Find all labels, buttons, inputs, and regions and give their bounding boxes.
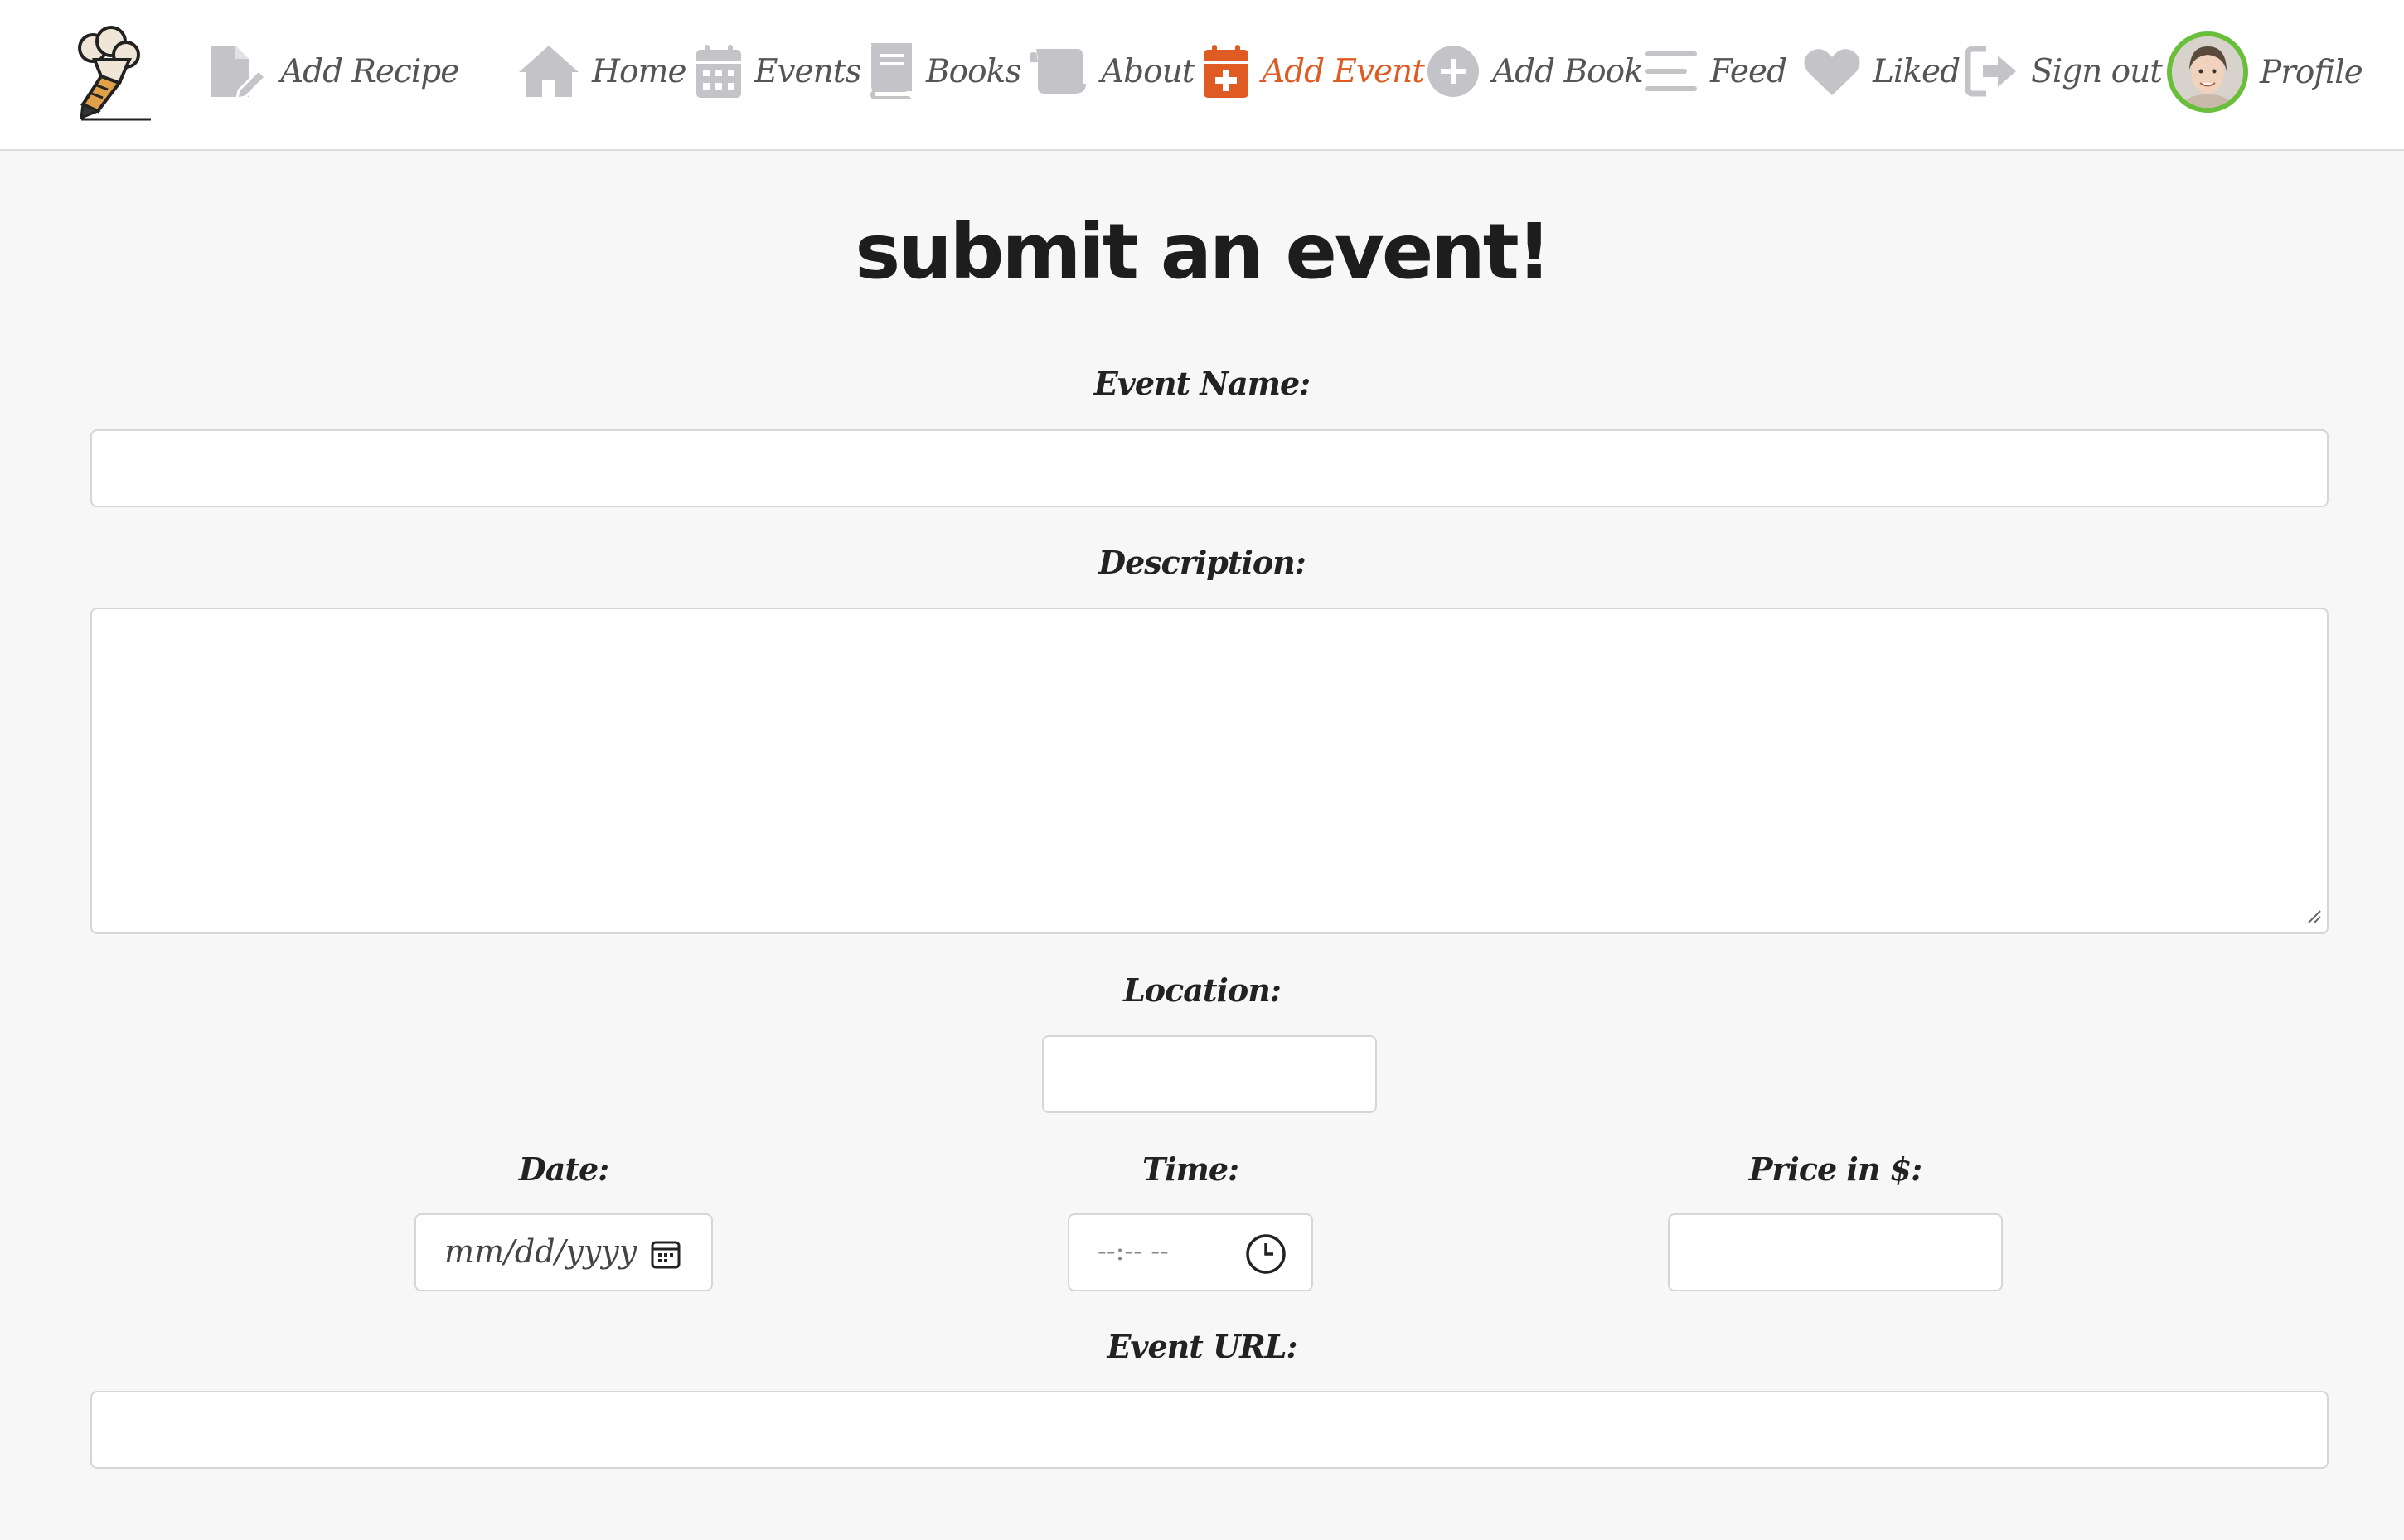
file-edit-icon [207,42,269,100]
nav-liked[interactable]: Liked [1803,41,1961,101]
calendar-plus-icon [1202,43,1250,99]
top-navbar: Add Recipe Home Events Books About Add E… [0,0,2404,151]
location-label: Location: [1123,971,1282,1009]
event-name-label: Event Name: [1093,365,1311,402]
nav-sign-out-label: Sign out [2031,52,2163,90]
date-label: Date: [518,1150,609,1188]
nav-add-recipe[interactable]: Add Recipe [207,41,459,101]
description-textarea[interactable] [90,608,2329,934]
scroll-icon [1028,46,1089,97]
chef-pencil-logo[interactable] [58,25,154,121]
nav-profile[interactable]: Profile [2167,31,2363,113]
nav-feed[interactable]: Feed [1644,41,1787,101]
feed-lines-icon [1644,48,1699,94]
event-url-input[interactable] [90,1391,2329,1469]
nav-feed-label: Feed [1710,52,1787,90]
resize-grip-icon[interactable] [2305,908,2322,927]
nav-books[interactable]: Books [866,41,1021,101]
sign-out-icon [1965,46,2019,97]
price-label: Price in $: [1748,1150,1922,1188]
book-icon [866,42,914,100]
profile-avatar [2167,31,2248,113]
description-label: Description: [1098,544,1306,581]
plus-circle-icon [1426,44,1481,99]
time-placeholder: --:-- -- [1098,1235,1169,1266]
nav-add-event-label: Add Event [1262,52,1425,90]
nav-liked-label: Liked [1873,52,1961,90]
clock-icon[interactable] [1245,1233,1287,1278]
time-input[interactable]: --:-- -- [1068,1213,1313,1291]
nav-home[interactable]: Home [517,41,687,101]
date-input[interactable]: mm/dd/yyyy [414,1213,713,1291]
calendar-icon [695,43,743,99]
nav-add-book-label: Add Book [1492,52,1644,90]
nav-add-book[interactable]: Add Book [1426,41,1644,101]
nav-add-recipe-label: Add Recipe [280,52,459,90]
date-placeholder: mm/dd/yyyy [444,1233,637,1270]
event-url-label: Event URL: [1107,1328,1297,1365]
nav-books-label: Books [926,52,1021,90]
page-title: submit an event! [855,207,1551,296]
time-label: Time: [1141,1150,1239,1188]
heart-icon [1803,46,1861,97]
location-input[interactable] [1042,1035,1377,1113]
nav-about[interactable]: About [1028,41,1195,101]
event-name-input[interactable] [90,429,2329,507]
nav-profile-label: Profile [2260,53,2363,91]
calendar-picker-icon[interactable] [650,1238,681,1273]
nav-events-label: Events [754,52,861,90]
home-icon [517,44,580,99]
nav-add-event[interactable]: Add Event [1202,41,1425,101]
nav-sign-out[interactable]: Sign out [1965,41,2163,101]
avatar [2167,31,2248,113]
nav-about-label: About [1101,52,1195,90]
nav-events[interactable]: Events [695,41,861,101]
nav-home-label: Home [592,52,687,90]
price-input[interactable] [1668,1213,2003,1291]
